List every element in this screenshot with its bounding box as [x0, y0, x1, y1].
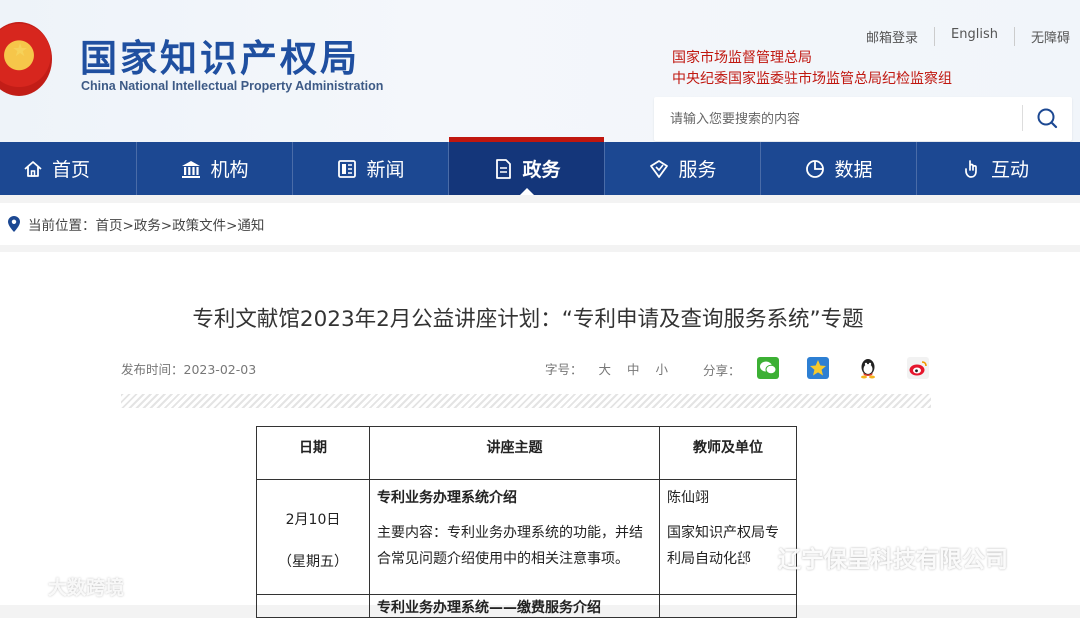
table-row: 专利业务办理系统——缴费服务介绍: [256, 594, 797, 618]
nav-item-government-affairs[interactable]: 政务: [449, 137, 605, 195]
site-logo-subtitle: China National Intellectual Property Adm…: [81, 79, 384, 93]
watermark-left-text: 大数跨境: [48, 577, 125, 599]
nav-item-data[interactable]: 数据: [761, 142, 917, 195]
publish-time: 发布时间：2023-02-03: [121, 362, 257, 377]
hand-pointer-icon: [961, 158, 983, 180]
qq-penguin-icon[interactable]: [856, 357, 879, 379]
service-icon: [648, 158, 670, 180]
nav-item-interaction[interactable]: 互动: [917, 142, 1073, 195]
pie-chart-icon: [804, 158, 826, 180]
watermark-logo-icon: [11, 577, 35, 593]
search-box: [654, 97, 1072, 141]
font-size-switcher: 字号： 大 中 小: [545, 359, 684, 378]
teacher-cell: 陈仙翊 国家知识产权局专利局自动化部: [659, 479, 797, 595]
topic-cell: 专利业务办理系统介绍 主要内容：专利业务办理系统的功能，并结合常见问题介绍使用中…: [369, 479, 660, 595]
teacher-name: 陈仙翊: [667, 490, 709, 506]
nav-item-news[interactable]: 新闻: [293, 142, 449, 195]
national-emblem-icon: ★: [0, 22, 52, 96]
nav-label: 互动: [990, 159, 1029, 181]
watermark-right-text: 辽宁保呈科技有限公司: [778, 547, 1008, 573]
search-input[interactable]: [670, 109, 1010, 129]
font-size-small-button[interactable]: 小: [656, 359, 669, 378]
site-header: ★ 国家知识产权局 China National Intellectual Pr…: [0, 0, 1080, 142]
qzone-star-icon[interactable]: [806, 357, 829, 379]
lecture-schedule-table: 日期 讲座主题 教师及单位 2月10日 （星期五） 专利业务办理系统介绍 主要内…: [256, 426, 797, 618]
table-header-row: 日期 讲座主题 教师及单位: [256, 426, 797, 480]
nav-label: 数据: [834, 159, 873, 181]
accessibility-link[interactable]: 无障碍: [1015, 27, 1070, 46]
nav-item-service[interactable]: 服务: [605, 142, 761, 195]
date-cell: 2月10日 （星期五）: [256, 479, 370, 595]
watermark-left: 大数跨境: [10, 573, 124, 600]
teacher-cell: [659, 594, 797, 618]
font-size-large-button[interactable]: 大: [599, 359, 612, 378]
nav-label: 服务: [678, 159, 717, 181]
table-row: 2月10日 （星期五） 专利业务办理系统介绍 主要内容：专利业务办理系统的功能，…: [256, 479, 797, 595]
samr-link[interactable]: 国家市场监督管理总局: [672, 48, 952, 69]
topic-description: 主要内容：专利业务办理系统的功能，并结合常见问题介绍使用中的相关注意事项。: [377, 525, 643, 567]
font-size-medium-button[interactable]: 中: [627, 359, 640, 378]
location-pin-icon: [8, 216, 20, 232]
english-link[interactable]: English: [935, 27, 1015, 46]
weibo-icon[interactable]: [906, 357, 929, 379]
mail-login-link[interactable]: 邮箱登录: [850, 27, 936, 46]
divider-stripe: [121, 394, 931, 408]
site-logo-title[interactable]: 国家知识产权局: [80, 28, 360, 82]
date-cell: [256, 594, 370, 618]
search-icon: [1037, 108, 1058, 129]
weekday-text: （星期五）: [278, 554, 348, 570]
nav-item-home[interactable]: 首页: [0, 142, 137, 195]
search-button[interactable]: [1030, 103, 1066, 135]
share-bar: 分享：: [703, 357, 957, 379]
header-teacher: 教师及单位: [659, 426, 797, 480]
nav-item-institution[interactable]: 机构: [137, 142, 293, 195]
breadcrumb-path[interactable]: 首页>政务>政策文件>通知: [96, 214, 265, 234]
header-topic: 讲座主题: [369, 426, 660, 480]
breadcrumb: 当前位置： 首页>政务>政策文件>通知: [0, 203, 1080, 245]
topic-title: 专利业务办理系统——缴费服务介绍: [369, 594, 660, 618]
home-icon: [22, 158, 44, 180]
top-links: 邮箱登录 English 无障碍: [850, 27, 1070, 46]
search-divider: [1022, 105, 1023, 131]
news-icon: [336, 158, 358, 180]
topic-title: 专利业务办理系统介绍: [377, 490, 517, 506]
nav-label: 机构: [210, 159, 249, 181]
nav-label: 政务: [522, 159, 561, 181]
related-org-links: 国家市场监督管理总局 中央纪委国家监委驻市场监管总局纪检监察组: [672, 48, 952, 90]
main-nav: 首页 机构 新闻 政务 服务 数据 互动: [0, 137, 1080, 195]
header-date: 日期: [256, 426, 370, 480]
watermark-right: 辽宁保呈科技有限公司: [740, 540, 1008, 574]
discipline-inspection-link[interactable]: 中央纪委国家监委驻市场监管总局纪检监察组: [672, 69, 952, 90]
institution-icon: [180, 158, 202, 180]
wechat-icon[interactable]: [756, 357, 779, 379]
nav-label: 新闻: [366, 159, 405, 181]
document-icon: [492, 158, 514, 180]
date-text: 2月10日: [285, 512, 341, 528]
breadcrumb-prefix: 当前位置：: [28, 218, 96, 234]
font-size-label: 字号：: [545, 362, 583, 377]
wechat-watermark-icon: [741, 547, 768, 566]
share-label: 分享：: [703, 362, 741, 378]
nav-label: 首页: [52, 159, 91, 181]
article-title: 专利文献馆2023年2月公益讲座计划：“专利申请及查询服务系统”专题: [192, 307, 864, 332]
